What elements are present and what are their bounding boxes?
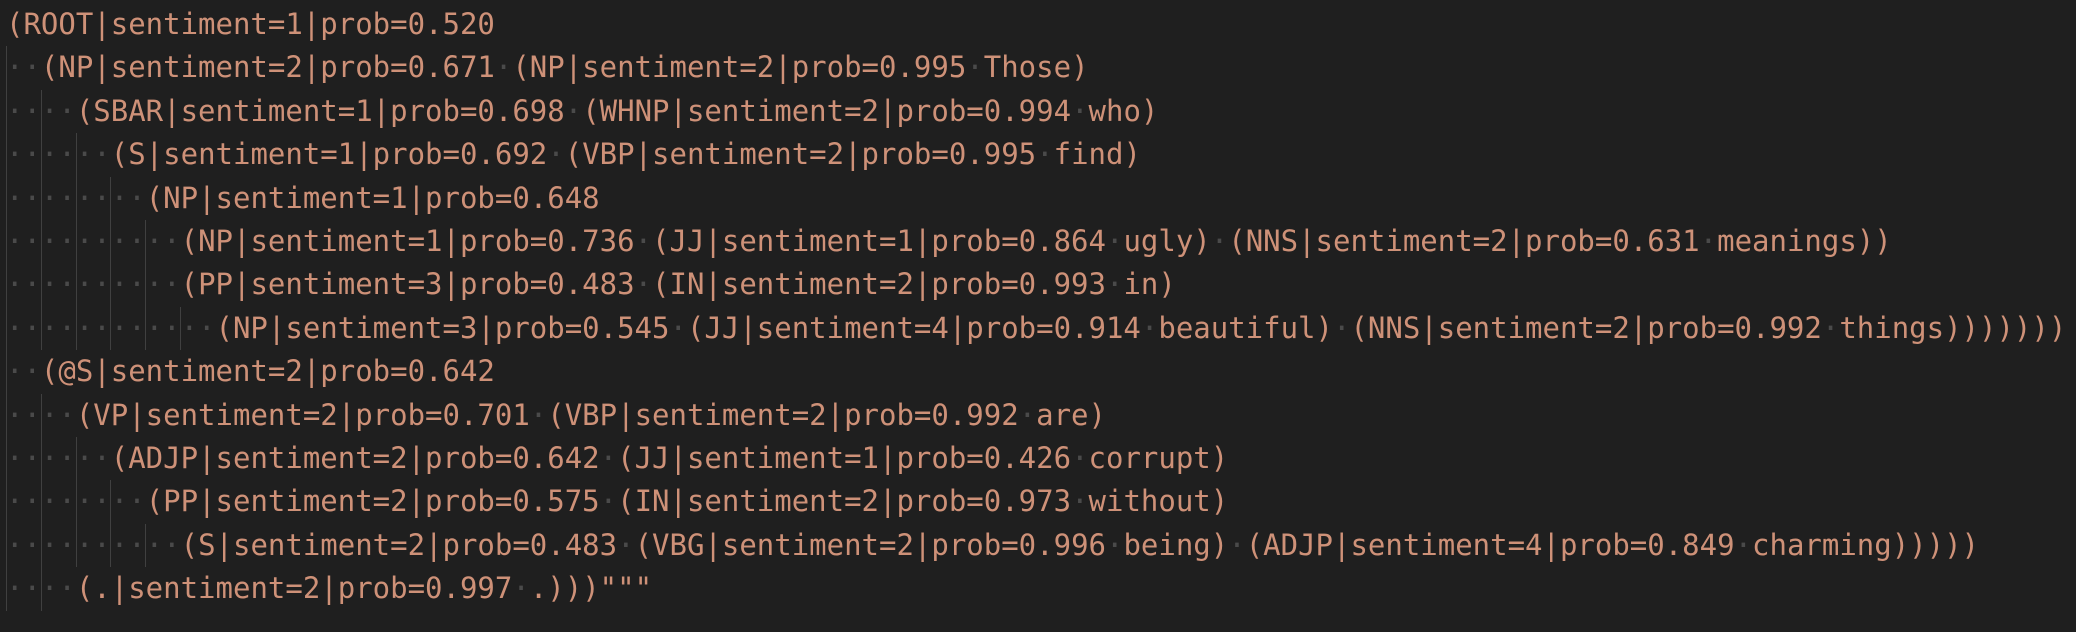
whitespace-marker: · xyxy=(1036,137,1054,172)
code-token: (JJ|sentiment=4|prob=0.914 xyxy=(686,310,1141,345)
whitespace-marker: · xyxy=(669,310,687,345)
code-token: (WHNP|sentiment=2|prob=0.994 xyxy=(582,93,1072,128)
code-token: things))))))) xyxy=(1839,310,2067,345)
whitespace-marker: ···· xyxy=(6,571,76,606)
whitespace-marker: · xyxy=(494,50,513,85)
code-token: Those) xyxy=(983,50,1089,85)
code-token: (ROOT|sentiment=1|prob=0.520 xyxy=(6,7,495,41)
code-token: .)))""" xyxy=(529,571,653,606)
code-token: find) xyxy=(1053,137,1141,172)
code-line[interactable]: ····(.|sentiment=2|prob=0.997·.)))""" xyxy=(6,567,652,610)
code-token: (NP|sentiment=1|prob=0.648 xyxy=(145,180,600,215)
code-token: corrupt) xyxy=(1088,441,1229,475)
whitespace-marker: ···· xyxy=(6,397,76,432)
code-token: meanings)) xyxy=(1717,224,1892,258)
code-token: (NP|sentiment=2|prob=0.995 xyxy=(512,50,967,85)
code-token: (.|sentiment=2|prob=0.997 xyxy=(75,571,513,606)
whitespace-marker: · xyxy=(512,571,530,606)
whitespace-marker: · xyxy=(564,93,583,128)
whitespace-marker: · xyxy=(1071,93,1089,128)
whitespace-marker: ·········· xyxy=(6,527,181,562)
code-token: (VBP|sentiment=2|prob=0.992 xyxy=(547,397,1019,432)
code-token: ugly) xyxy=(1123,224,1211,258)
whitespace-marker: · xyxy=(634,267,653,302)
code-line[interactable]: ········(PP|sentiment=2|prob=0.575·(IN|s… xyxy=(6,480,1228,523)
whitespace-marker: ········ xyxy=(6,180,146,215)
whitespace-marker: · xyxy=(599,484,618,519)
whitespace-marker: · xyxy=(1105,224,1124,258)
whitespace-marker: · xyxy=(1821,310,1840,345)
code-line[interactable]: ····(SBAR|sentiment=1|prob=0.698·(WHNP|s… xyxy=(6,90,1158,133)
code-token: (IN|sentiment=2|prob=0.973 xyxy=(617,484,1072,519)
code-token: (PP|sentiment=2|prob=0.575 xyxy=(145,484,600,519)
whitespace-marker: · xyxy=(1332,310,1351,345)
code-token: (NP|sentiment=3|prob=0.545 xyxy=(215,310,670,345)
whitespace-marker: ·········· xyxy=(6,267,181,302)
whitespace-marker: · xyxy=(1071,484,1089,519)
code-token: (S|sentiment=1|prob=0.692 xyxy=(110,137,548,172)
code-token: (NP|sentiment=2|prob=0.671 xyxy=(40,50,495,85)
whitespace-marker: · xyxy=(1105,267,1124,302)
code-token: (IN|sentiment=2|prob=0.993 xyxy=(652,267,1106,302)
whitespace-marker: ········ xyxy=(6,484,146,519)
code-line[interactable]: ····(VP|sentiment=2|prob=0.701·(VBP|sent… xyxy=(6,394,1106,437)
code-token: (NNS|sentiment=2|prob=0.631 xyxy=(1228,224,1700,258)
code-token: (SBAR|sentiment=1|prob=0.698 xyxy=(75,93,565,128)
code-line[interactable]: (ROOT|sentiment=1|prob=0.520 xyxy=(6,3,495,46)
whitespace-marker: ······ xyxy=(6,441,111,475)
code-token: beautiful) xyxy=(1158,310,1333,345)
code-token: (S|sentiment=2|prob=0.483 xyxy=(180,527,618,562)
whitespace-marker: ···· xyxy=(6,93,76,128)
whitespace-marker: · xyxy=(529,397,548,432)
code-editor[interactable]: (ROOT|sentiment=1|prob=0.520 ··(NP|sentim… xyxy=(0,0,2076,632)
code-line[interactable]: ··········(NP|sentiment=1|prob=0.736·(JJ… xyxy=(6,220,1892,263)
whitespace-marker: · xyxy=(599,441,618,475)
whitespace-marker: · xyxy=(617,527,635,562)
code-token: (JJ|sentiment=1|prob=0.864 xyxy=(652,224,1106,258)
code-token: (ADJP|sentiment=2|prob=0.642 xyxy=(110,441,600,475)
code-token: (VBG|sentiment=2|prob=0.996 xyxy=(634,527,1106,562)
code-token: (NNS|sentiment=2|prob=0.992 xyxy=(1350,310,1822,345)
code-token: (ADJP|sentiment=4|prob=0.849 xyxy=(1245,527,1735,562)
code-token: (VP|sentiment=2|prob=0.701 xyxy=(75,397,530,432)
code-token: (@S|sentiment=2|prob=0.642 xyxy=(40,354,495,389)
whitespace-marker: · xyxy=(1699,224,1718,258)
whitespace-marker: ·· xyxy=(6,50,41,85)
whitespace-marker: · xyxy=(1071,441,1089,475)
code-token: who) xyxy=(1088,93,1159,128)
code-line[interactable]: ········(NP|sentiment=1|prob=0.648 xyxy=(6,177,600,220)
code-line[interactable]: ··(@S|sentiment=2|prob=0.642 xyxy=(6,350,495,393)
code-token: without) xyxy=(1088,484,1229,519)
code-line[interactable]: ············(NP|sentiment=3|prob=0.545·(… xyxy=(6,307,2066,350)
whitespace-marker: ·· xyxy=(6,354,41,389)
code-line[interactable]: ······(S|sentiment=1|prob=0.692·(VBP|sen… xyxy=(6,133,1141,176)
code-token: in) xyxy=(1123,267,1176,302)
code-token: (VBP|sentiment=2|prob=0.995 xyxy=(564,137,1037,172)
code-line[interactable]: ······(ADJP|sentiment=2|prob=0.642·(JJ|s… xyxy=(6,437,1228,480)
whitespace-marker: · xyxy=(1228,527,1246,562)
whitespace-marker: · xyxy=(1734,527,1753,562)
code-token: (NP|sentiment=1|prob=0.736 xyxy=(180,224,635,258)
whitespace-marker: · xyxy=(966,50,984,85)
whitespace-marker: · xyxy=(634,224,653,258)
code-line[interactable]: ··(NP|sentiment=2|prob=0.671·(NP|sentime… xyxy=(6,46,1089,89)
whitespace-marker: · xyxy=(547,137,565,172)
whitespace-marker: ············ xyxy=(6,310,216,345)
code-line[interactable]: ··········(S|sentiment=2|prob=0.483·(VBG… xyxy=(6,524,1979,567)
whitespace-marker: ······ xyxy=(6,137,111,172)
code-token: (JJ|sentiment=1|prob=0.426 xyxy=(617,441,1072,475)
code-token: are) xyxy=(1036,397,1106,432)
code-line[interactable]: ··········(PP|sentiment=3|prob=0.483·(IN… xyxy=(6,263,1176,306)
whitespace-marker: ·········· xyxy=(6,224,181,258)
code-token: being) xyxy=(1123,527,1229,562)
whitespace-marker: · xyxy=(1105,527,1124,562)
whitespace-marker: · xyxy=(1018,397,1037,432)
whitespace-marker: · xyxy=(1140,310,1159,345)
code-token: charming))))) xyxy=(1752,527,1980,562)
code-token: (PP|sentiment=3|prob=0.483 xyxy=(180,267,635,302)
whitespace-marker: · xyxy=(1210,224,1229,258)
